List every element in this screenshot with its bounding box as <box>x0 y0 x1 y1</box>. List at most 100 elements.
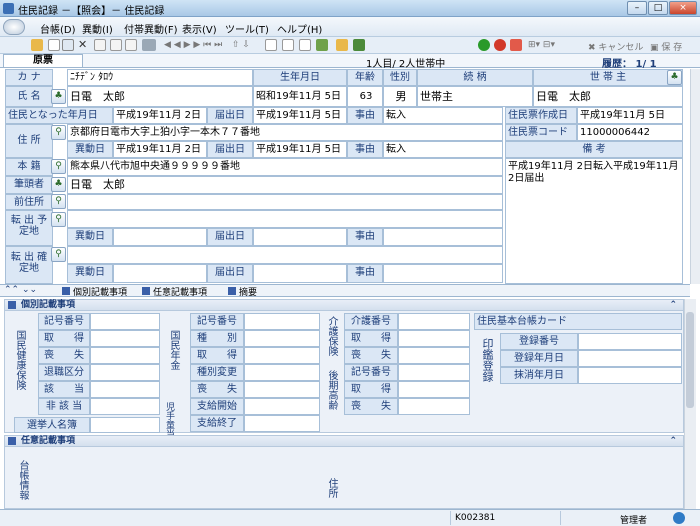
jido-vertical-label: 児手童当 <box>164 402 174 438</box>
inkan-row-label: 抹消年月日 <box>500 367 578 384</box>
daicho-vertical-label: 台帳情報 <box>17 460 28 500</box>
person-count: 1人目/ 2人世帯中 <box>366 59 446 70</box>
kobetsu-section-icon <box>8 301 16 309</box>
split-icon[interactable]: ⊞▾ ⊟▾ <box>528 40 555 50</box>
nini-section-icon <box>8 437 16 445</box>
menu-view[interactable]: 表示(V) <box>182 21 217 36</box>
hittou-search-icon[interactable]: ♣ <box>51 177 66 192</box>
history-count: 履歴： 1/ 1 <box>602 59 657 70</box>
save-label: 保 <box>661 43 671 53</box>
menu-idou[interactable]: 異動(I) <box>82 21 113 36</box>
name-label: 氏 名 <box>5 86 53 107</box>
sex-value: 男 <box>383 86 417 107</box>
became-resident-value: 平成19年11月 2日 <box>113 107 207 124</box>
tab-tekiyo[interactable]: 摘要 <box>228 285 257 298</box>
tab-nini-icon <box>142 287 150 295</box>
birth-header: 生年月日 <box>253 69 347 86</box>
up-down-icon[interactable]: ⇧ ⇩ <box>232 40 250 50</box>
honseki-label: 本 籍 <box>5 158 53 176</box>
edit2-icon[interactable] <box>110 39 122 51</box>
copy-icon[interactable] <box>62 39 74 51</box>
jido-row-label: 支給開始 <box>190 398 244 415</box>
nenkin-row-value <box>244 364 320 381</box>
toolbar: ✕ ◀ ◀ ▶ ▶ ⏮ ⏭ ⇧ ⇩ ⊞▾ ⊟▾ ✖ キャンセル ▣ 保 存 <box>0 37 700 54</box>
doc1-icon[interactable] <box>265 39 277 51</box>
status-user: 管理者 <box>620 516 648 526</box>
jido-row-value <box>244 398 320 415</box>
prev-address-search-icon[interactable]: ⚲ <box>51 194 66 209</box>
edit-icon[interactable] <box>94 39 106 51</box>
window-title: 住民記録 －【照会】－ 住民記録 <box>18 6 165 17</box>
tab-nini[interactable]: 任意記載事項 <box>142 285 207 298</box>
title-bar: 住民記録 －【照会】－ 住民記録 – □ × <box>0 0 700 17</box>
save-button[interactable]: ▣ 保 存 <box>650 40 682 53</box>
jiyu2-value: 転入 <box>383 141 503 158</box>
tab-genpyo[interactable]: 原票 <box>3 54 83 67</box>
print-icon[interactable] <box>142 39 156 51</box>
biko-value: 平成19年11月 2日転入平成19年11月 2日届出 <box>505 158 683 284</box>
menu-futai[interactable]: 付帯異動(F) <box>124 21 178 36</box>
menu-tools[interactable]: ツール(T) <box>225 21 269 36</box>
menu-daicho[interactable]: 台帳(D) <box>40 21 76 36</box>
maximize-button[interactable]: □ <box>648 1 668 15</box>
kokuho-row-label: 非 該 当 <box>38 398 90 415</box>
main-scrollbar[interactable] <box>690 69 700 284</box>
honseki-value: 熊本県八代市旭中央通９９９９９番地 <box>67 158 503 176</box>
kaigo-row-value <box>398 313 470 330</box>
cancel-label: キャンセル <box>598 43 644 53</box>
kokuho-row-value <box>90 398 160 415</box>
close-button[interactable]: × <box>669 1 697 15</box>
tab-kobetsu-label: 個別記載事項 <box>73 288 128 298</box>
detail-scroll-thumb[interactable] <box>686 312 694 408</box>
card-made-value: 平成19年11月 5日 <box>577 107 683 124</box>
menu-help[interactable]: ヘルプ(H) <box>277 21 322 36</box>
kokuho-row-value <box>90 330 160 347</box>
jiyu-value: 転入 <box>383 107 503 124</box>
yotei-jiyu-label: 事由 <box>347 228 383 246</box>
kouki-row-label: 取 得 <box>344 381 398 398</box>
nini-collapse-icon[interactable]: ⌃ <box>669 436 677 446</box>
kobetsu-collapse-icon[interactable]: ⌃ <box>669 300 677 310</box>
doc3-icon[interactable] <box>299 39 311 51</box>
group-icon[interactable] <box>510 39 522 51</box>
app-orb-icon[interactable] <box>3 19 25 35</box>
open-folder-icon[interactable] <box>31 39 43 51</box>
tab-tekiyo-label: 摘要 <box>239 288 258 298</box>
kouki-row-value <box>398 381 470 398</box>
green-back-icon[interactable] <box>478 39 490 51</box>
check-icon[interactable] <box>125 39 137 51</box>
card-made-label: 住民票作成日 <box>505 107 577 124</box>
status-divider-2 <box>560 511 561 525</box>
list-icon[interactable] <box>316 39 328 51</box>
new-doc-icon[interactable] <box>48 39 60 51</box>
red-cancel-icon[interactable] <box>494 39 506 51</box>
kokuho-row-label: 喪 失 <box>38 347 90 364</box>
jusho-vertical-label: 住所 <box>326 478 337 498</box>
yotei-search-icon[interactable]: ⚲ <box>51 212 66 227</box>
name-search-icon[interactable]: ♣ <box>51 89 66 104</box>
collapse-icon[interactable]: ⌃⌃ ⌄⌄ <box>4 285 37 295</box>
book-icon[interactable] <box>353 39 365 51</box>
kokuho-vertical-label: 国民健康保険 <box>14 330 25 390</box>
nenkin-row-label: 取 得 <box>190 347 244 364</box>
became-resident-label: 住民となった年月日 <box>5 107 113 124</box>
prev-address-label: 前住所 <box>5 194 53 210</box>
kouki-row-label: 記号番号 <box>344 364 398 381</box>
idou-value: 平成19年11月 2日 <box>113 141 207 158</box>
kakutei-search-icon[interactable]: ⚲ <box>51 247 66 262</box>
nenkin-row-label: 種別変更 <box>190 364 244 381</box>
inkan-row-value <box>578 367 682 384</box>
cancel-button[interactable]: ✖ キャンセル <box>588 40 643 53</box>
tab-kobetsu[interactable]: 個別記載事項 <box>62 285 127 298</box>
todoke-label: 届出日 <box>207 107 253 124</box>
address-search-icon[interactable]: ⚲ <box>51 125 66 140</box>
honseki-search-icon[interactable]: ⚲ <box>51 159 66 174</box>
minimize-button[interactable]: – <box>627 1 647 15</box>
kakutei-value <box>67 246 503 264</box>
delete-icon[interactable]: ✕ <box>78 39 90 51</box>
image-icon[interactable] <box>336 39 348 51</box>
householder-search-icon[interactable]: ♣ <box>667 70 682 85</box>
tab-nini-label: 任意記載事項 <box>153 288 208 298</box>
doc2-icon[interactable] <box>282 39 294 51</box>
nav-arrows-icon[interactable]: ◀ ◀ ▶ ▶ ⏮ ⏭ <box>164 40 222 50</box>
